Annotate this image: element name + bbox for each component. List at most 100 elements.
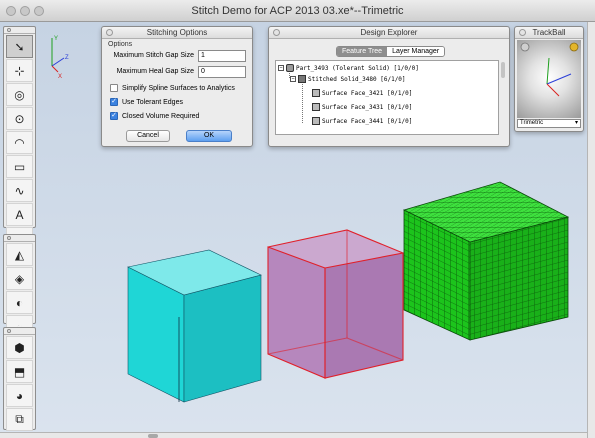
world-axes: Y Z X	[51, 36, 69, 80]
max-stitch-gap-label: Maximum Stitch Gap Size	[113, 52, 194, 59]
reset-view-icon	[520, 42, 530, 52]
tree-item-surface-face[interactable]: Surface Face_3431 [0/1/0]	[312, 102, 412, 112]
close-panel-button[interactable]	[106, 29, 113, 36]
chevron-down-icon: ▾	[574, 120, 578, 126]
tab-layer-manager[interactable]: Layer Manager	[387, 47, 445, 56]
text-tool-button[interactable]: A	[6, 203, 33, 226]
point-icon: ⊹	[14, 63, 25, 78]
tree-item-label: Surface Face_3441 [0/1/0]	[322, 117, 413, 125]
sweep-tool-button[interactable]: ◐	[6, 291, 33, 314]
horizontal-scroll-thumb[interactable]	[148, 434, 158, 438]
design-explorer-title: Design Explorer	[269, 27, 509, 39]
spline-tool-button[interactable]: ∿	[6, 179, 33, 202]
trackball-sphere[interactable]	[517, 40, 581, 118]
feature-tree: − Part_3493 (Tolerant Solid) [1/0/0] − S…	[275, 60, 499, 135]
trackball-axes	[520, 42, 579, 97]
max-heal-gap-label: Maximum Heal Gap Size	[116, 68, 194, 75]
extrude-tool-button[interactable]: ⬒	[6, 360, 33, 383]
max-stitch-gap-row: Maximum Stitch Gap Size	[108, 49, 248, 62]
surface-tool-button[interactable]: ◭	[6, 243, 33, 266]
vertical-scrollbar[interactable]	[587, 22, 595, 438]
tab-feature-tree[interactable]: Feature Tree	[337, 47, 388, 56]
tree-item-label: Surface Face_3431 [0/1/0]	[322, 103, 413, 111]
tree-item-label: Part_3493 (Tolerant Solid) [1/0/0]	[296, 64, 419, 72]
stitching-options-dialog: Stitching Options Options Maximum Stitch…	[101, 26, 253, 147]
max-stitch-gap-input[interactable]	[198, 49, 246, 62]
closed-volume-label: Closed Volume Required	[122, 112, 200, 120]
z-axis-label: Z	[65, 55, 69, 61]
horizontal-scrollbar[interactable]	[0, 432, 587, 438]
options-section-label: Options	[108, 41, 133, 48]
cyan-solid-box[interactable]	[127, 249, 262, 403]
arc-tool-button[interactable]: ◠	[6, 131, 33, 154]
closed-volume-checkbox[interactable]: ✓	[110, 112, 118, 120]
solid-tools-palette: ⬢⬒◕⧉⬚	[3, 327, 36, 438]
ok-button[interactable]: OK	[186, 130, 232, 142]
solid-tool-button[interactable]: ⬢	[6, 336, 33, 359]
green-meshed-box[interactable]	[402, 181, 570, 341]
tools-palette: ➘⊹◎⊙◠▭∿A⊢⌒✂⎍✎	[3, 26, 36, 346]
rectangle-icon: ▭	[13, 159, 26, 174]
point-tool-button[interactable]: ⊹	[6, 59, 33, 82]
design-explorer-panel: Design Explorer Feature Tree Layer Manag…	[268, 26, 510, 147]
tolerant-edges-checkbox[interactable]: ✓	[110, 98, 118, 106]
text-icon: A	[15, 207, 24, 222]
loft-icon: ◈	[14, 271, 25, 286]
boolean-icon: ⧉	[15, 412, 24, 426]
expander-icon[interactable]: −	[278, 65, 284, 71]
select-arrow-icon: ➘	[14, 39, 25, 54]
extrude-icon: ⬒	[13, 364, 26, 379]
window-title: Stitch Demo for ACP 2013 03.xe*--Trimetr…	[191, 5, 404, 17]
close-panel-button[interactable]	[519, 29, 526, 36]
tree-item-label: Surface Face_3421 [0/1/0]	[322, 89, 413, 97]
simplify-spline-checkbox[interactable]	[110, 84, 118, 92]
explorer-tab-bar: Feature Tree Layer Manager	[336, 46, 446, 57]
tree-item-surface-face[interactable]: Surface Face_3421 [0/1/0]	[312, 88, 412, 98]
surface-tools-palette: ◭◈◐◒▧	[3, 234, 36, 362]
cancel-button[interactable]: Cancel	[126, 130, 170, 142]
x-axis-line	[51, 65, 59, 73]
circle-icon: ⊙	[14, 111, 25, 126]
max-heal-gap-input[interactable]	[198, 65, 246, 78]
circle-tool-button[interactable]: ⊙	[6, 107, 33, 130]
trackball-panel: TrackBall Trimetric ▾	[514, 26, 584, 132]
tree-item-part[interactable]: − Part_3493 (Tolerant Solid) [1/0/0]	[278, 63, 419, 73]
tree-item-label: Stitched Solid_3480 [6/1/0]	[308, 75, 406, 83]
palette-handle[interactable]	[4, 27, 35, 34]
trackball-title: TrackBall	[515, 27, 583, 39]
select-arrow-tool-button[interactable]: ➘	[6, 35, 33, 58]
arc-icon: ◠	[14, 135, 25, 150]
lock-view-icon	[569, 42, 579, 52]
part-icon	[286, 64, 294, 72]
revolve-tool-button[interactable]: ◕	[6, 384, 33, 407]
tree-item-stitched-solid[interactable]: − Stitched Solid_3480 [6/1/0]	[290, 74, 406, 84]
solid-icon: ⬢	[14, 340, 25, 355]
x-axis-label: X	[58, 74, 62, 80]
loft-tool-button[interactable]: ◈	[6, 267, 33, 290]
view-orientation-select[interactable]: Trimetric ▾	[517, 119, 581, 128]
tree-item-surface-face[interactable]: Surface Face_3441 [0/1/0]	[312, 116, 412, 126]
expander-icon[interactable]: −	[290, 76, 296, 82]
spiral-icon: ◎	[14, 87, 25, 102]
solid-icon	[298, 75, 306, 83]
spline-icon: ∿	[14, 183, 25, 198]
close-panel-button[interactable]	[273, 29, 280, 36]
palette-handle[interactable]	[4, 235, 35, 242]
surface-face-icon	[312, 103, 320, 111]
simplify-spline-checkbox-row[interactable]: Simplify Spline Surfaces to Analytics	[110, 83, 235, 93]
max-heal-gap-row: Maximum Heal Gap Size	[108, 65, 248, 78]
simplify-spline-label: Simplify Spline Surfaces to Analytics	[122, 84, 235, 92]
purple-stitched-box[interactable]	[267, 229, 404, 379]
rectangle-tool-button[interactable]: ▭	[6, 155, 33, 178]
tolerant-edges-checkbox-row[interactable]: ✓ Use Tolerant Edges	[110, 97, 183, 107]
spiral-tool-button[interactable]: ◎	[6, 83, 33, 106]
window-titlebar: Stitch Demo for ACP 2013 03.xe*--Trimetr…	[0, 0, 595, 22]
tree-scrollbar[interactable]	[501, 62, 505, 78]
z-axis-line	[51, 57, 65, 67]
surface-icon: ◭	[14, 247, 25, 262]
palette-handle[interactable]	[4, 328, 35, 335]
surface-face-icon	[312, 117, 320, 125]
closed-volume-checkbox-row[interactable]: ✓ Closed Volume Required	[110, 111, 199, 121]
stitching-options-title: Stitching Options	[102, 27, 252, 39]
boolean-tool-button[interactable]: ⧉	[6, 408, 33, 431]
